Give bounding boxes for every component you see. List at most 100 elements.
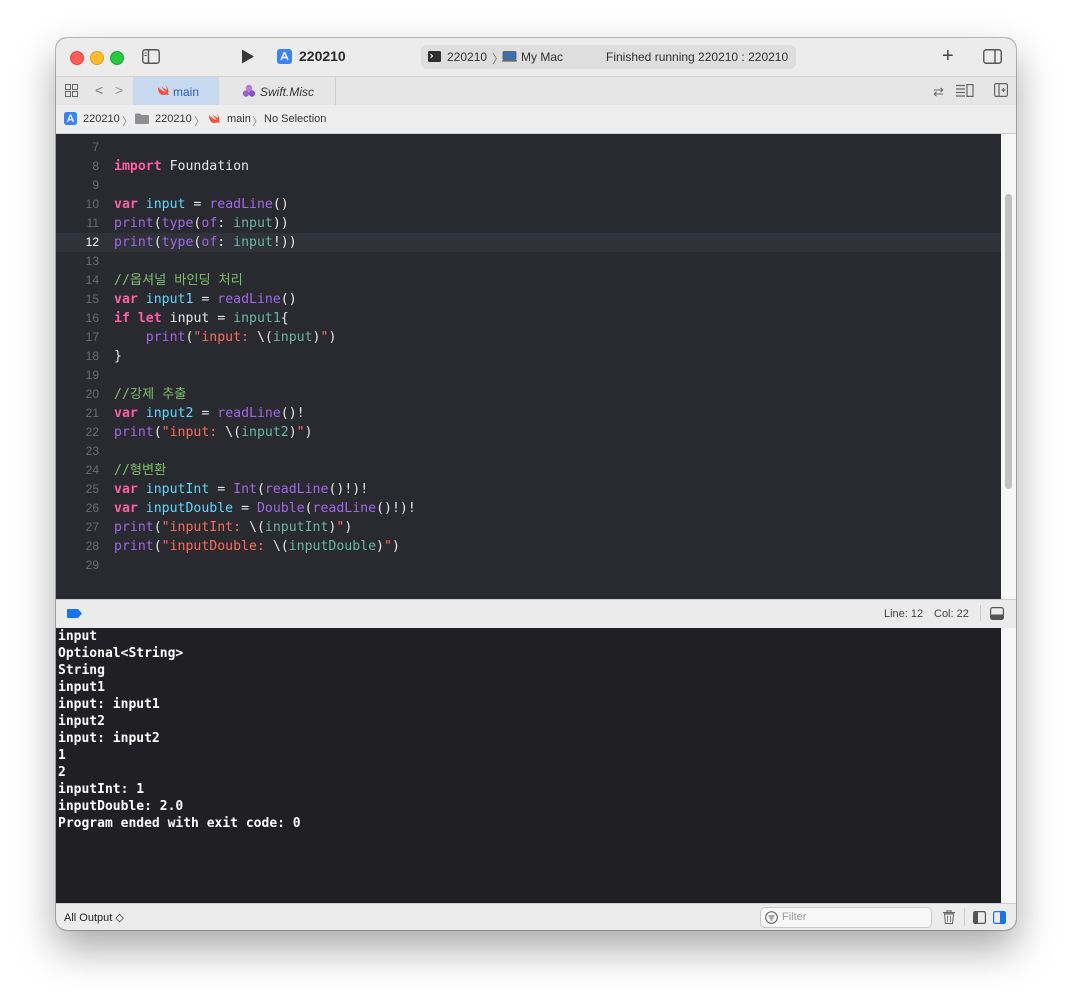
console-scrollbar[interactable] [1001,628,1016,903]
code-line[interactable]: 28 print("inputDouble: \(inputDouble)") [56,537,1001,556]
console-line: input1 [58,680,105,695]
jumpbar-folder[interactable]: 220210 [155,113,192,125]
console-view-toggle-icon[interactable] [993,911,1007,927]
editor-scroll-thumb[interactable] [1005,194,1012,489]
code-line[interactable]: 7 [56,138,1001,157]
forward-chevron-icon[interactable]: > [115,82,123,98]
jumpbar-file[interactable]: main [227,113,251,125]
code-line[interactable]: 16 if let input = input1{ [56,309,1001,328]
build-status-text: Finished running 220210 : 220210 [606,50,789,64]
cursor-line: Line: 12 [884,608,924,620]
console-line: inputInt: 1 [58,782,145,797]
code-line[interactable]: 15 var input1 = readLine() [56,290,1001,309]
code-line[interactable]: 19 [56,366,1001,385]
line-number: 16 [85,311,99,325]
code-line[interactable]: 18} [56,347,1001,366]
toolbar: 220210 220210 〉 My Mac Finished running … [56,38,1016,76]
minimize-window-button[interactable] [90,51,104,65]
line-number: 13 [85,254,99,268]
terminal-icon [428,51,441,65]
filter-field[interactable]: Filter [760,907,932,928]
back-chevron-icon[interactable]: < [95,82,103,98]
console-output[interactable]: input Optional<String> String input1 input: … [56,628,1001,903]
tab-bar: < > main Swift.Misc ⇄ [56,76,1016,106]
grid-icon[interactable] [65,84,78,102]
line-number: 7 [92,140,99,154]
code-text: print(type(of: input)) [114,216,289,231]
code-line[interactable]: 20 //강제 추출 [56,385,1001,404]
editor-options-icon[interactable] [956,84,974,102]
chevron-right-icon: 〉 [252,116,263,128]
line-number: 18 [85,349,99,363]
close-window-button[interactable] [70,51,84,65]
code-line[interactable]: 29 [56,556,1001,575]
line-number: 19 [85,368,99,382]
code-text: //강제 추출 [114,387,187,402]
mac-device-icon [502,51,517,65]
console-line: Optional<String> [58,646,184,661]
code-line[interactable]: 10 var input = readLine() [56,195,1001,214]
framework-icon [242,84,256,101]
project-icon [64,112,77,128]
code-line[interactable]: 24 //형변환 [56,461,1001,480]
code-line[interactable]: 14 //옵셔널 바인딩 처리 [56,271,1001,290]
code-text: var inputInt = Int(readLine()!)! [114,482,369,497]
trash-icon[interactable] [943,909,955,927]
filter-placeholder: Filter [782,911,807,923]
code-text: print(type(of: input!)) [114,235,297,250]
line-number: 23 [85,444,99,458]
code-line[interactable]: 26 var inputDouble = Double(readLine()!)! [56,499,1001,518]
code-line[interactable]: 17 print("input: \(input)") [56,328,1001,347]
code-text: var input = readLine() [114,197,289,212]
console-line: input2 [58,714,105,729]
code-line[interactable]: 25 var inputInt = Int(readLine()!)! [56,480,1001,499]
line-number: 27 [85,520,99,534]
scheme-destination-device[interactable]: My Mac [521,50,563,64]
code-line[interactable]: 23 [56,442,1001,461]
chevron-right-icon: 〉 [122,116,133,128]
related-items-icon[interactable]: ⇄ [933,84,944,100]
tab-main[interactable]: main [133,77,219,105]
folder-icon [135,113,149,127]
code-text: print("inputInt: \(inputInt)") [114,520,353,535]
tab-label: Swift.Misc [260,85,314,99]
code-line[interactable]: 12 print(type(of: input!)) [56,233,1001,252]
add-icon[interactable]: + [942,46,954,66]
console-line: input: input1 [58,697,160,712]
code-line[interactable]: 27 print("inputInt: \(inputInt)") [56,518,1001,537]
code-editor[interactable]: 7 8 import Foundation 9 10 var input = readLi… [56,134,1001,599]
console-bottom-bar: All Output ◇ Filter [56,903,1016,930]
swift-icon [157,85,169,99]
code-text: if let input = input1{ [114,311,289,326]
navigator-toggle-icon[interactable] [142,49,160,69]
code-line[interactable]: 22 print("input: \(input2)") [56,423,1001,442]
line-number: 24 [85,463,99,477]
tab-swift-misc[interactable]: Swift.Misc [219,77,336,105]
xcode-window: 220210 220210 〉 My Mac Finished running … [56,38,1016,930]
variables-view-toggle-icon[interactable] [973,911,987,927]
line-number: 14 [85,273,99,287]
code-line[interactable]: 21 var input2 = readLine()! [56,404,1001,423]
add-editor-icon[interactable] [994,83,1009,102]
line-number: 9 [92,178,99,192]
scheme-destination-project[interactable]: 220210 [447,50,487,64]
hide-debug-area-icon[interactable] [990,607,1005,623]
line-number: 25 [85,482,99,496]
jumpbar-selection[interactable]: No Selection [264,113,326,125]
swift-icon [208,113,220,127]
code-line[interactable]: 9 [56,176,1001,195]
code-line[interactable]: 13 [56,252,1001,271]
jumpbar-project[interactable]: 220210 [83,113,120,125]
run-icon[interactable] [241,49,255,69]
activity-view: 220210 〉 My Mac Finished running 220210 … [421,45,796,69]
code-line[interactable]: 8 import Foundation [56,157,1001,176]
output-selector[interactable]: All Output ◇ [64,911,124,924]
debug-area-toggle-icon[interactable] [67,609,82,621]
code-text: import Foundation [114,159,249,174]
scheme-name[interactable]: 220210 [299,48,346,64]
inspector-toggle-icon[interactable] [983,49,1002,69]
chevron-right-icon: 〉 [194,116,205,128]
zoom-window-button[interactable] [110,51,124,65]
code-line[interactable]: 11 print(type(of: input)) [56,214,1001,233]
divider [980,605,981,621]
